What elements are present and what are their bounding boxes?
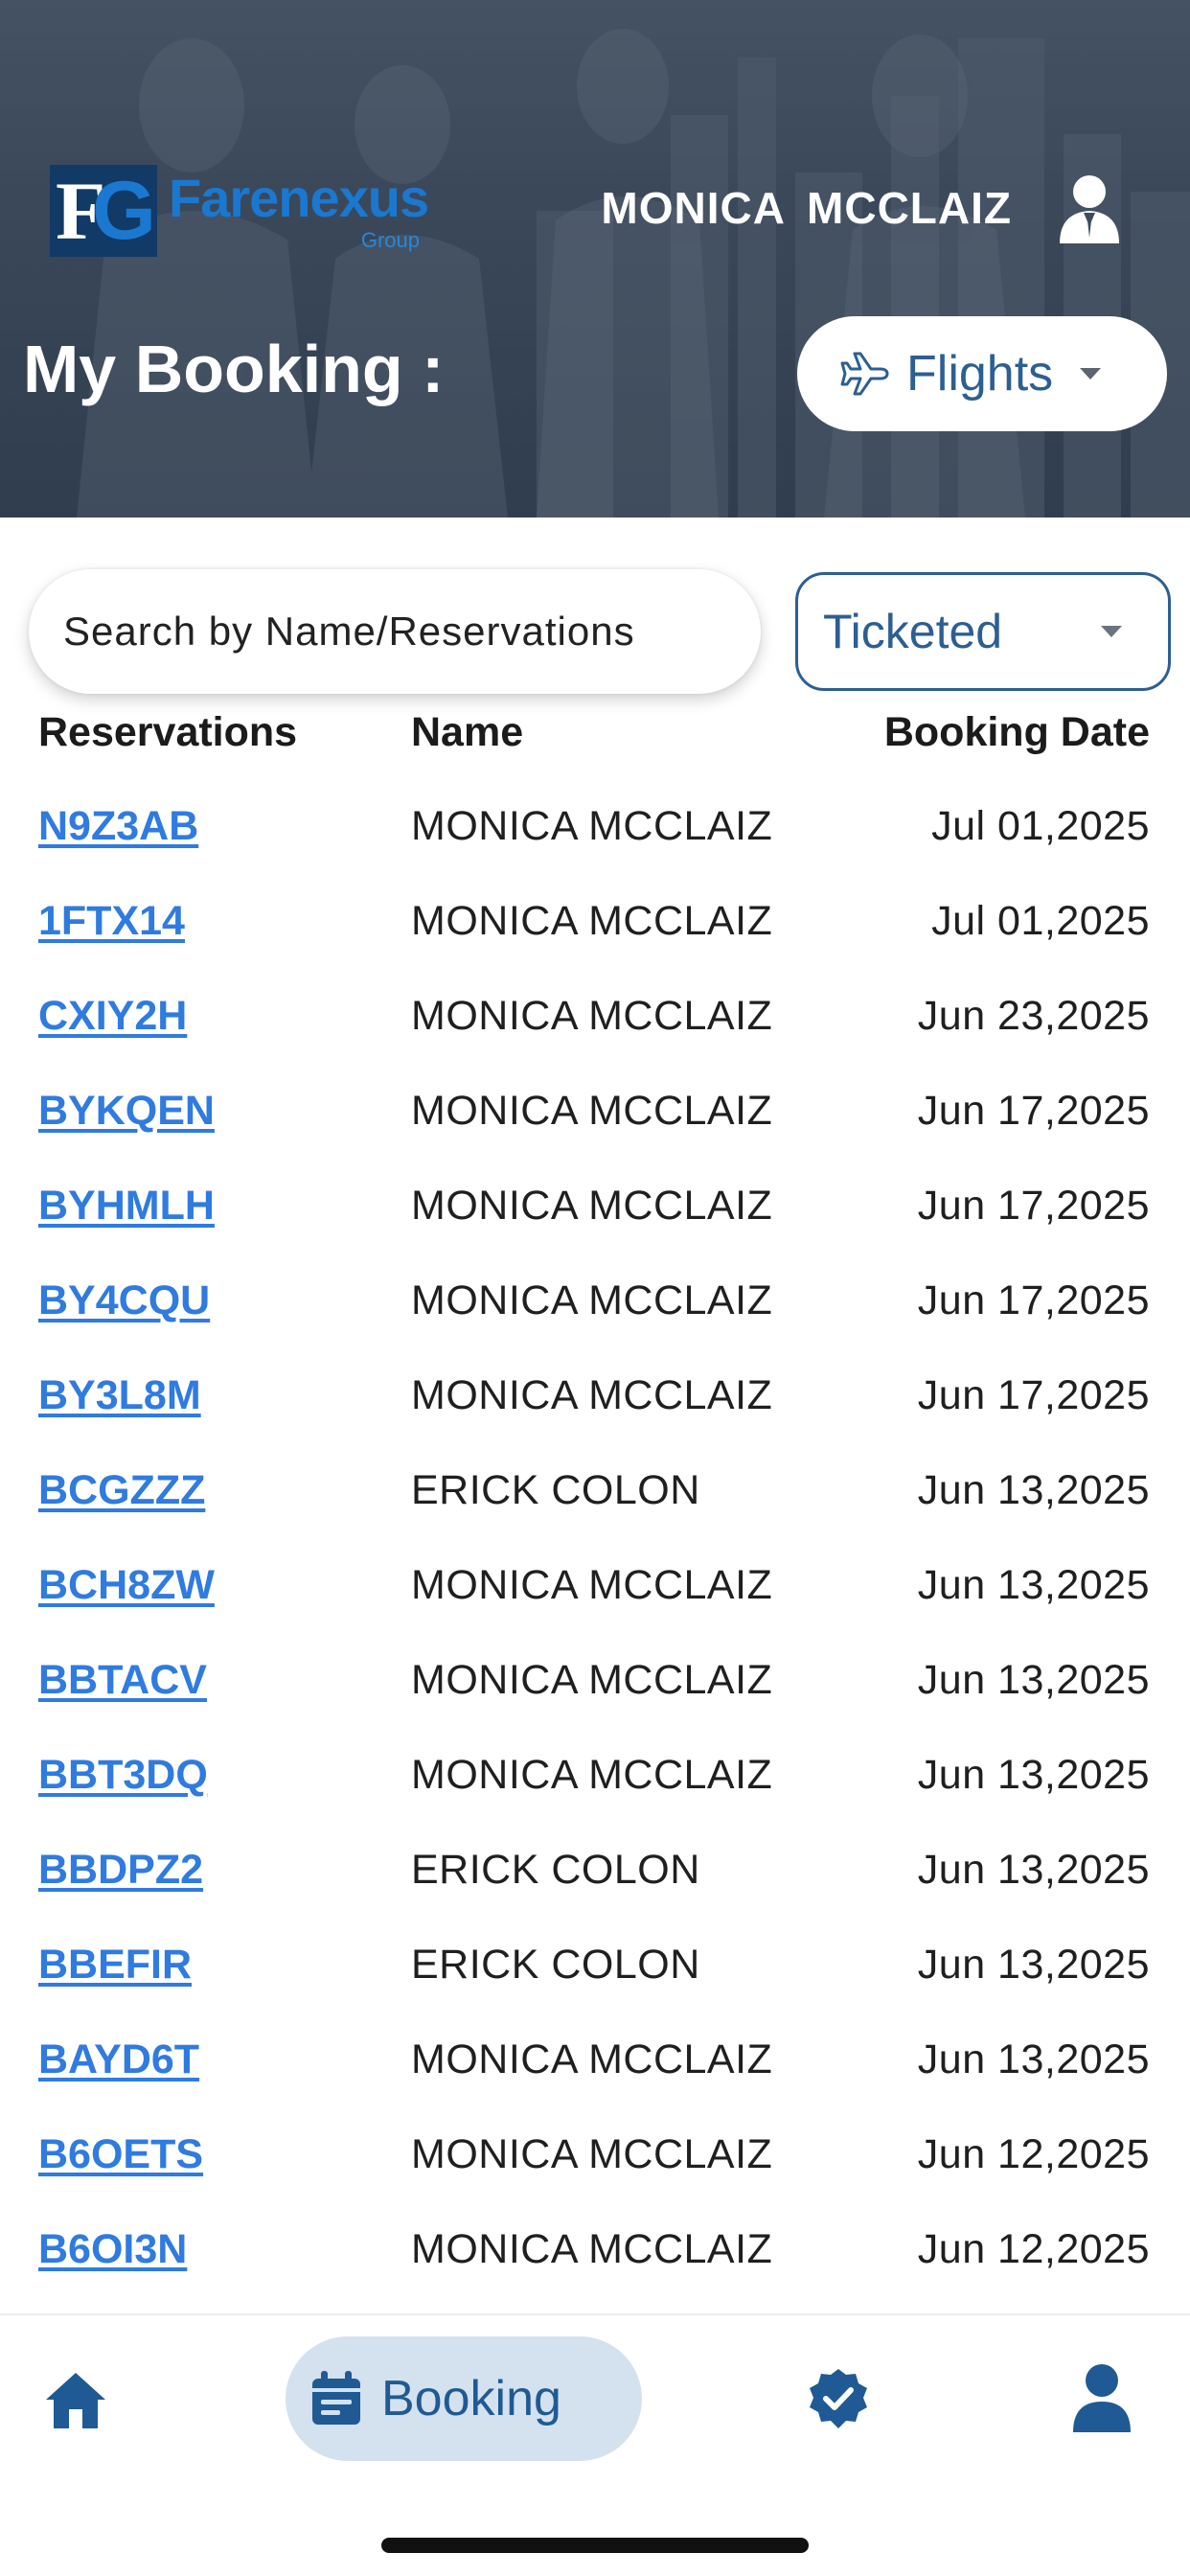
booking-date: Jun 13,2025 <box>917 1847 1150 1893</box>
reservation-link[interactable]: N9Z3AB <box>38 793 198 860</box>
passenger-name: MONICA MCCLAIZ <box>411 1277 773 1323</box>
passenger-name: ERICK COLON <box>411 1847 700 1893</box>
reservation-link[interactable]: BYHMLH <box>38 1172 215 1239</box>
reservation-link[interactable]: BCH8ZW <box>38 1552 215 1619</box>
category-label: Flights <box>906 346 1054 402</box>
nav-booking-tab[interactable]: Booking <box>286 2336 642 2461</box>
passenger-name: MONICA MCCLAIZ <box>411 2036 773 2082</box>
table-row: BAYD6T MONICA MCCLAIZ Jun 13,2025 <box>0 2026 1190 2121</box>
booking-date: Jun 13,2025 <box>917 1562 1150 1608</box>
reservation-link[interactable]: BBTACV <box>38 1646 207 1714</box>
passenger-name: MONICA MCCLAIZ <box>411 1088 773 1134</box>
airplane-icon <box>840 352 889 396</box>
passenger-name: MONICA MCCLAIZ <box>411 993 773 1039</box>
passenger-name: MONICA MCCLAIZ <box>411 1752 773 1798</box>
passenger-name: MONICA MCCLAIZ <box>411 2226 773 2272</box>
reservation-link[interactable]: B6OI3N <box>38 2216 187 2283</box>
home-icon[interactable] <box>42 2367 109 2434</box>
bookings-screen: F G Farenexus Group MONICA MCCLAIZ My Bo… <box>0 0 1190 2576</box>
passenger-name: MONICA MCCLAIZ <box>411 1372 773 1418</box>
reservation-link[interactable]: BAYD6T <box>38 2026 199 2093</box>
booking-date: Jun 17,2025 <box>917 1277 1150 1323</box>
booking-date: Jul 01,2025 <box>931 803 1150 849</box>
reservation-link[interactable]: BBEFIR <box>38 1931 192 1998</box>
column-header-name: Name <box>411 709 524 755</box>
reservation-link[interactable]: 1FTX14 <box>38 887 185 954</box>
bookings-table: N9Z3AB MONICA MCCLAIZ Jul 01,2025 1FTX14… <box>0 793 1190 2311</box>
chevron-down-icon <box>1101 626 1122 637</box>
table-header: Reservations Name Booking Date <box>0 709 1190 767</box>
table-row: BYKQEN MONICA MCCLAIZ Jun 17,2025 <box>0 1077 1190 1172</box>
booking-date: Jun 13,2025 <box>917 2036 1150 2082</box>
status-dropdown[interactable]: Ticketed <box>795 572 1171 691</box>
table-row: B6OETS MONICA MCCLAIZ Jun 12,2025 <box>0 2121 1190 2216</box>
bottom-navigation: Booking <box>0 2313 1190 2576</box>
header-background-image <box>0 0 1190 518</box>
header-banner: F G Farenexus Group MONICA MCCLAIZ My Bo… <box>0 0 1190 518</box>
table-row: BBT3DQ MONICA MCCLAIZ Jun 13,2025 <box>0 1741 1190 1836</box>
table-row: BY3L8M MONICA MCCLAIZ Jun 17,2025 <box>0 1362 1190 1457</box>
booking-date: Jun 17,2025 <box>917 1183 1150 1229</box>
booking-date: Jun 13,2025 <box>917 1942 1150 1988</box>
nav-booking-label: Booking <box>381 2371 561 2426</box>
reservation-link[interactable]: BYKQEN <box>38 1077 215 1144</box>
logo-name: Farenexus <box>169 168 429 228</box>
farenexus-logo: F G Farenexus Group <box>50 163 433 259</box>
table-row: B6OI3N MONICA MCCLAIZ Jun 12,2025 <box>0 2216 1190 2311</box>
reservation-link[interactable]: BBT3DQ <box>38 1741 208 1808</box>
table-row: BYHMLH MONICA MCCLAIZ Jun 17,2025 <box>0 1172 1190 1267</box>
logo-mark-g: G <box>92 165 156 257</box>
table-row: 1FTX14 MONICA MCCLAIZ Jul 01,2025 <box>0 887 1190 982</box>
booking-date: Jun 12,2025 <box>917 2226 1150 2272</box>
table-row: BBDPZ2 ERICK COLON Jun 13,2025 <box>0 1836 1190 1931</box>
column-header-reservations: Reservations <box>38 709 298 755</box>
home-indicator <box>381 2538 809 2553</box>
reservation-link[interactable]: BCGZZZ <box>38 1457 205 1524</box>
table-row: BBEFIR ERICK COLON Jun 13,2025 <box>0 1931 1190 2026</box>
calendar-icon <box>312 2371 360 2425</box>
reservation-link[interactable]: B6OETS <box>38 2121 203 2188</box>
logo-subtitle: Group <box>360 228 420 252</box>
status-value: Ticketed <box>823 605 1003 658</box>
reservation-link[interactable]: CXIY2H <box>38 982 187 1049</box>
chevron-down-icon <box>1080 368 1102 380</box>
user-avatar-icon[interactable] <box>1054 172 1125 243</box>
search-input[interactable] <box>63 609 734 655</box>
column-header-booking-date: Booking Date <box>883 709 1150 755</box>
passenger-name: MONICA MCCLAIZ <box>411 1183 773 1229</box>
passenger-name: MONICA MCCLAIZ <box>411 2131 773 2177</box>
passenger-name: MONICA MCCLAIZ <box>411 898 773 944</box>
passenger-name: MONICA MCCLAIZ <box>411 1562 773 1608</box>
profile-icon[interactable] <box>1071 2363 1133 2432</box>
logo-mark: F G <box>50 165 157 257</box>
table-row: CXIY2H MONICA MCCLAIZ Jun 23,2025 <box>0 982 1190 1077</box>
booking-date: Jun 17,2025 <box>917 1372 1150 1418</box>
passenger-name: MONICA MCCLAIZ <box>411 1657 773 1703</box>
booking-date: Jun 13,2025 <box>917 1657 1150 1703</box>
booking-date: Jun 13,2025 <box>917 1467 1150 1513</box>
passenger-name: ERICK COLON <box>411 1942 700 1988</box>
search-box[interactable] <box>29 569 761 694</box>
user-name: MONICA MCCLAIZ <box>601 183 1012 233</box>
table-row: N9Z3AB MONICA MCCLAIZ Jul 01,2025 <box>0 793 1190 887</box>
passenger-name: ERICK COLON <box>411 1467 700 1513</box>
logo-wordmark: Farenexus Group <box>169 165 429 257</box>
reservation-link[interactable]: BY3L8M <box>38 1362 201 1429</box>
table-row: BCGZZZ ERICK COLON Jun 13,2025 <box>0 1457 1190 1552</box>
booking-date: Jun 12,2025 <box>917 2131 1150 2177</box>
table-row: BCH8ZW MONICA MCCLAIZ Jun 13,2025 <box>0 1552 1190 1646</box>
table-row: BY4CQU MONICA MCCLAIZ Jun 17,2025 <box>0 1267 1190 1362</box>
table-row: BBTACV MONICA MCCLAIZ Jun 13,2025 <box>0 1646 1190 1741</box>
page-title: My Booking : <box>23 332 445 406</box>
reservation-link[interactable]: BY4CQU <box>38 1267 210 1334</box>
passenger-name: MONICA MCCLAIZ <box>411 803 773 849</box>
booking-date: Jun 13,2025 <box>917 1752 1150 1798</box>
category-dropdown[interactable]: Flights <box>797 316 1167 431</box>
booking-date: Jun 17,2025 <box>917 1088 1150 1134</box>
verified-badge-icon[interactable] <box>807 2367 870 2430</box>
reservation-link[interactable]: BBDPZ2 <box>38 1836 203 1903</box>
booking-date: Jun 23,2025 <box>917 993 1150 1039</box>
booking-date: Jul 01,2025 <box>931 898 1150 944</box>
